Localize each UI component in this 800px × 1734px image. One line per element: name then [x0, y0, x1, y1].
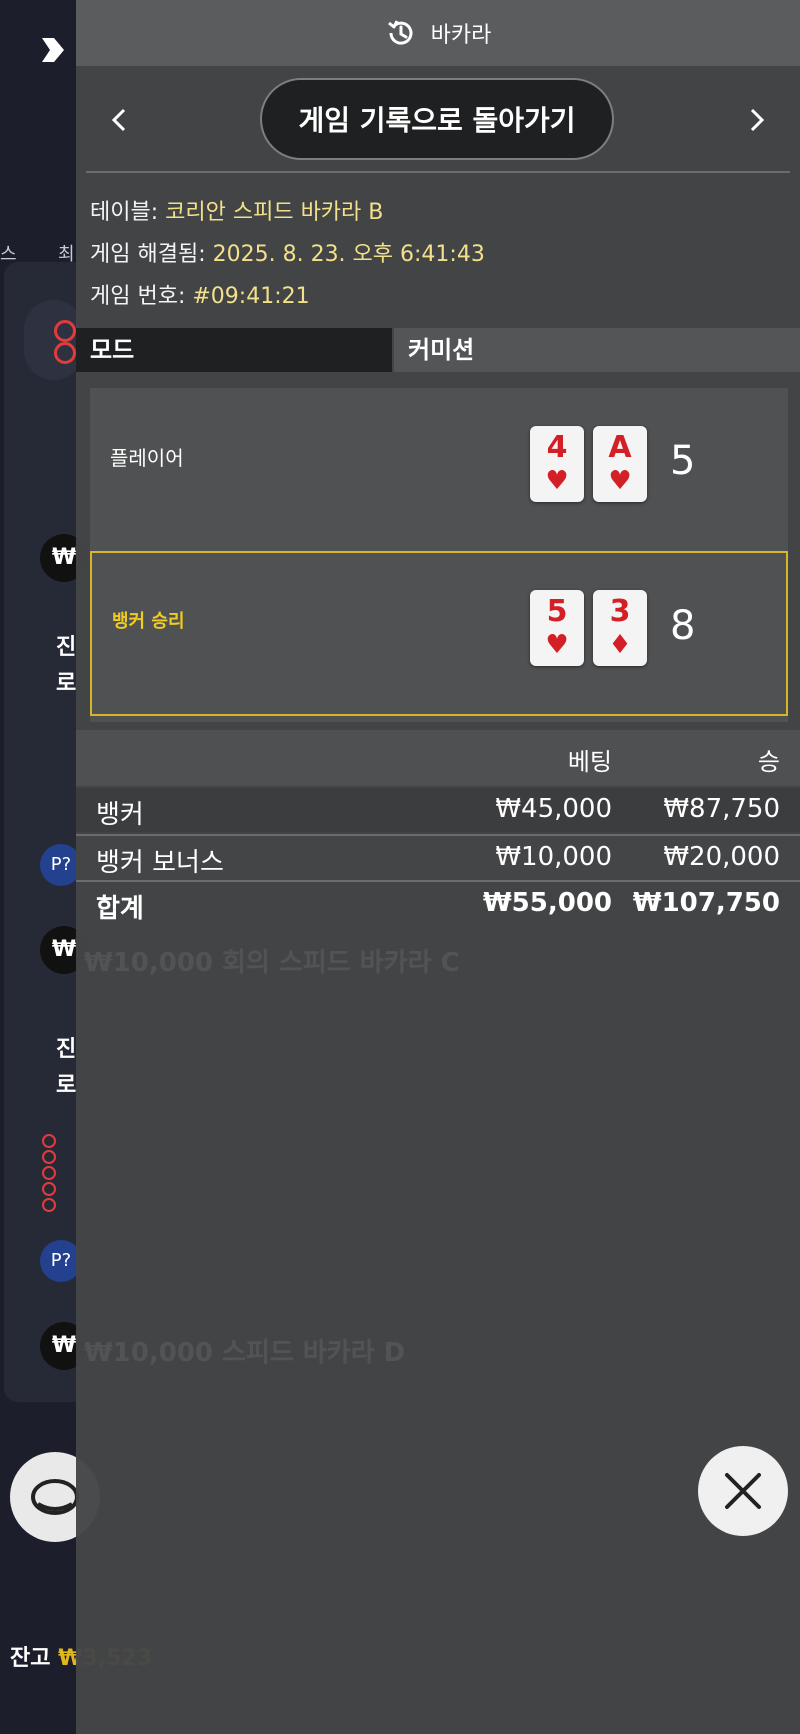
bet-name: 뱅커: [96, 800, 144, 830]
game-history-panel: ₩10,000 회의 스피드 바카라 C ₩10,000 스피드 바카라 D 바…: [76, 0, 800, 1734]
table-value: 코리안 스피드 바카라 B: [165, 200, 384, 225]
total-bet: ₩55,000: [482, 888, 612, 918]
close-button[interactable]: [698, 1446, 788, 1536]
win-amount: ₩87,750: [663, 794, 780, 824]
bg-road-icon: [24, 300, 84, 380]
next-game-button[interactable]: [736, 100, 776, 140]
bg-bead-road: [42, 1132, 72, 1232]
mode-label: 모드: [76, 328, 392, 372]
card-rank: 4: [546, 430, 568, 465]
balance-label: 잔고: [10, 1646, 51, 1671]
mode-row: 모드 커미션: [76, 328, 800, 372]
bg-row-text-3: 진: [56, 1037, 77, 1062]
header-divider: [86, 171, 790, 173]
bet-name: 뱅커 보너스: [96, 848, 224, 878]
history-icon: [387, 20, 413, 45]
resolved-label: 게임 해결됨:: [90, 242, 206, 267]
banker-card-2: 3 ♦: [593, 590, 647, 666]
player-card-2: A ♥: [593, 426, 647, 502]
win-amount: ₩20,000: [663, 842, 780, 872]
game-number-label: 게임 번호:: [90, 284, 186, 309]
logo-icon: [42, 38, 64, 62]
bg-row-text-1: 진: [56, 635, 77, 660]
hands-area: 플레이어 4 ♥ A ♥ 5 뱅커 승리 5 ♥ 3 ♦ 8: [90, 388, 788, 722]
previous-game-button[interactable]: [100, 100, 140, 140]
banker-hand: 뱅커 승리 5 ♥ 3 ♦ 8: [90, 551, 788, 716]
card-suit: ♦: [608, 630, 632, 660]
card-suit: ♥: [545, 630, 569, 660]
table-info: 테이블: 코리안 스피드 바카라 B: [90, 194, 383, 226]
banker-result-label: 뱅커 승리: [112, 611, 185, 632]
card-rank: 5: [546, 594, 568, 629]
bg-row-text-2: 로: [56, 671, 77, 696]
panel-header: 바카라: [76, 0, 800, 66]
bg-row-text-4: 로: [56, 1073, 77, 1098]
game-number-info: 게임 번호: #09:41:21: [90, 278, 310, 310]
table-row: 뱅커 ₩45,000 ₩87,750: [76, 788, 800, 832]
table-label: 테이블:: [90, 200, 159, 225]
banker-card-1: 5 ♥: [530, 590, 584, 666]
resolved-value: 2025. 8. 23. 오후 6:41:43: [212, 242, 485, 267]
bet-column-header: 베팅: [567, 748, 612, 776]
bet-amount: ₩45,000: [495, 794, 612, 824]
win-column-header: 승: [757, 748, 780, 776]
total-win: ₩107,750: [632, 888, 780, 918]
back-to-history-button[interactable]: 게임 기록으로 돌아가기: [260, 78, 614, 160]
mode-value: 커미션: [394, 328, 800, 372]
close-icon: [725, 1473, 761, 1509]
chevron-right-icon: [750, 108, 765, 132]
card-rank: 3: [609, 594, 631, 629]
resolved-info: 게임 해결됨: 2025. 8. 23. 오후 6:41:43: [90, 236, 485, 268]
game-number-value: #09:41:21: [192, 284, 310, 309]
bet-table-header: 베팅 승: [76, 730, 800, 786]
total-row: 합계 ₩55,000 ₩107,750: [76, 880, 800, 926]
player-hand: 플레이어 4 ♥ A ♥ 5: [90, 388, 788, 548]
card-rank: A: [608, 430, 632, 465]
table-row: 뱅커 보너스 ₩10,000 ₩20,000: [76, 834, 800, 880]
card-suit: ♥: [545, 466, 569, 496]
player-total: 5: [670, 438, 696, 484]
total-label: 합계: [96, 894, 144, 924]
ghost-text-1: ₩10,000 회의 스피드 바카라 C: [84, 948, 460, 978]
panel-title: 바카라: [430, 23, 492, 48]
banker-total: 8: [670, 603, 696, 649]
ghost-text-2: ₩10,000 스피드 바카라 D: [84, 1338, 406, 1368]
player-card-1: 4 ♥: [530, 426, 584, 502]
player-label: 플레이어: [110, 446, 184, 470]
card-suit: ♥: [608, 466, 632, 496]
chevron-left-icon: [111, 108, 126, 132]
bet-amount: ₩10,000: [495, 842, 612, 872]
